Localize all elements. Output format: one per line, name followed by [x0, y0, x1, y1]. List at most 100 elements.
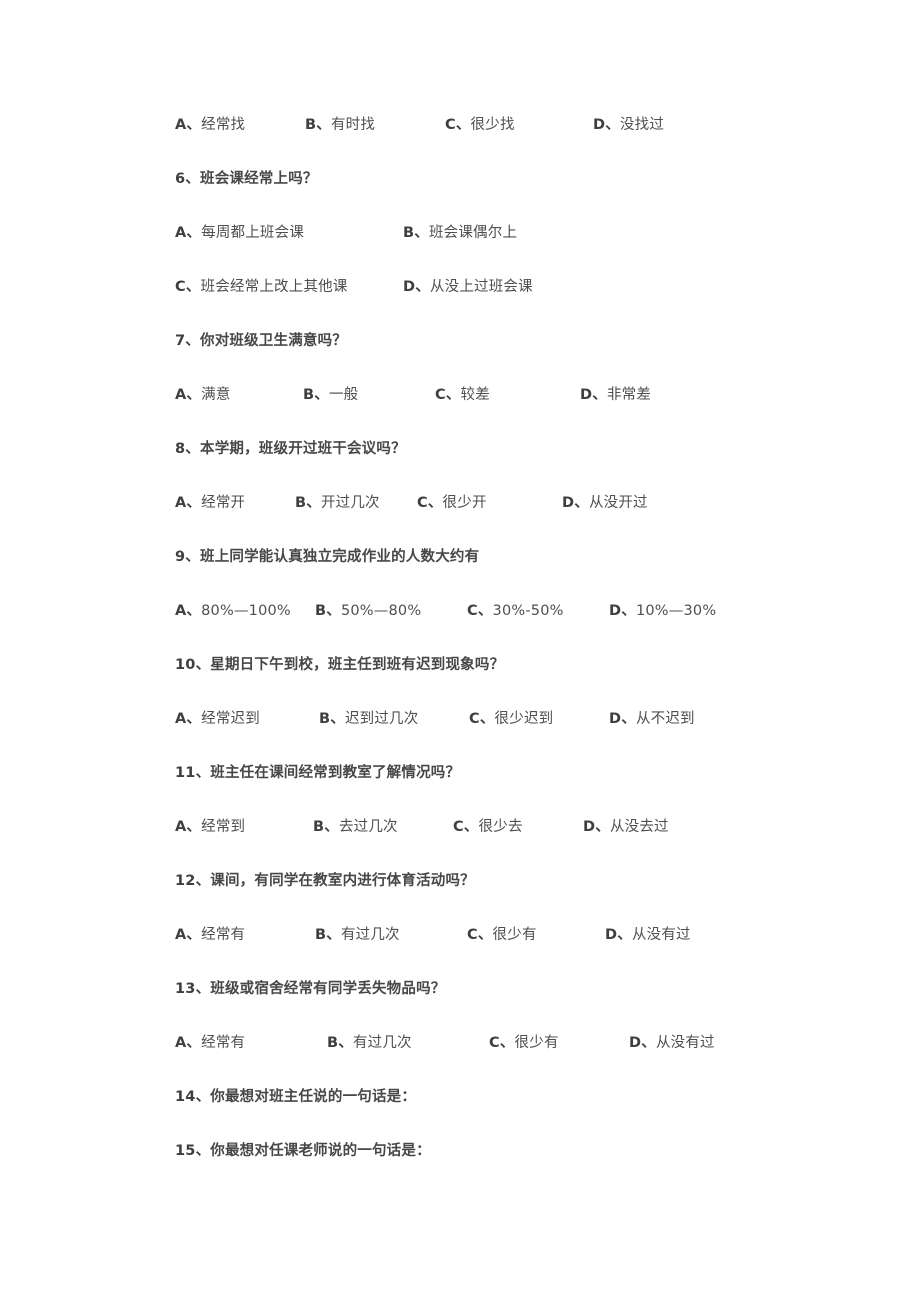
question-line: 10、星期日下午到校，班主任到班有迟到现象吗？: [175, 652, 880, 706]
option-label: D、: [629, 1035, 656, 1051]
option-choice[interactable]: B、班会课偶尔上: [403, 220, 517, 246]
option-label: B、: [315, 603, 341, 619]
option-label: A、: [175, 927, 202, 943]
option-label: C、: [489, 1035, 515, 1051]
option-choice[interactable]: A、经常到: [175, 814, 313, 840]
option-label: A、: [175, 1035, 202, 1051]
option-text: 去过几次: [338, 819, 398, 835]
option-choice[interactable]: D、从没开过: [562, 490, 648, 516]
question-text: 星期日下午到校，班主任到班有迟到现象吗？: [210, 657, 505, 673]
question-number: 11、: [175, 765, 211, 781]
option-text: 很少找: [470, 117, 515, 133]
question-number: 7、: [175, 333, 200, 349]
option-choice[interactable]: B、开过几次: [295, 490, 417, 516]
option-choice[interactable]: B、有过几次: [315, 922, 467, 948]
option-text: 经常有: [201, 927, 246, 943]
option-label: B、: [315, 927, 341, 943]
question-line: 8、本学期，班级开过班干会议吗？: [175, 436, 880, 490]
question-number: 14、: [175, 1089, 211, 1105]
option-text: 每周都上班会课: [201, 225, 305, 241]
option-row: A、经常开 B、开过几次 C、很少开 D、从没开过: [175, 490, 880, 544]
option-choice[interactable]: A、经常迟到: [175, 706, 319, 732]
option-row: A、80%—100% B、50%—80% C、30%-50% D、10%—30%: [175, 598, 880, 652]
option-choice[interactable]: C、30%-50%: [467, 598, 609, 624]
question-text: 你最想对班主任说的一句话是：: [210, 1089, 417, 1105]
question-number: 10、: [175, 657, 211, 673]
option-choice[interactable]: B、迟到过几次: [319, 706, 469, 732]
option-choice[interactable]: A、经常找: [175, 112, 305, 138]
option-label: A、: [175, 387, 202, 403]
option-row: A、满意 B、一般 C、较差 D、非常差: [175, 382, 880, 436]
option-label: B、: [303, 387, 329, 403]
option-label: B、: [305, 117, 331, 133]
option-label: D、: [580, 387, 607, 403]
question-text: 班级或宿舍经常有同学丢失物品吗？: [210, 981, 446, 997]
option-row: A、经常有 B、有过几次 C、很少有 D、从没有过: [175, 1030, 880, 1084]
option-text: 很少有: [514, 1035, 559, 1051]
question-text: 本学期，班级开过班干会议吗？: [200, 441, 406, 457]
option-text: 一般: [328, 387, 359, 403]
option-choice[interactable]: D、从没上过班会课: [403, 274, 533, 300]
option-text: 开过几次: [320, 495, 380, 511]
option-label: B、: [327, 1035, 353, 1051]
option-choice[interactable]: B、一般: [303, 382, 435, 408]
option-label: A、: [175, 495, 202, 511]
option-choice[interactable]: A、经常有: [175, 1030, 327, 1056]
option-label: A、: [175, 225, 202, 241]
option-text: 10%—30%: [635, 603, 717, 619]
option-choice[interactable]: C、很少有: [489, 1030, 629, 1056]
question-line: 11、班主任在课间经常到教室了解情况吗？: [175, 760, 880, 814]
option-label: B、: [319, 711, 345, 727]
question-text: 班主任在课间经常到教室了解情况吗？: [210, 765, 461, 781]
question-number: 13、: [175, 981, 211, 997]
question-line: 7、你对班级卫生满意吗？: [175, 328, 880, 382]
option-choice[interactable]: A、经常有: [175, 922, 315, 948]
option-text: 很少去: [478, 819, 523, 835]
option-label: C、: [469, 711, 495, 727]
option-choice[interactable]: C、很少找: [445, 112, 593, 138]
option-choice[interactable]: A、满意: [175, 382, 303, 408]
option-row: A、经常有 B、有过几次 C、很少有 D、从没有过: [175, 922, 880, 976]
option-choice[interactable]: B、有过几次: [327, 1030, 489, 1056]
option-choice[interactable]: B、去过几次: [313, 814, 453, 840]
option-label: D、: [609, 711, 636, 727]
option-choice[interactable]: A、每周都上班会课: [175, 220, 403, 246]
option-text: 从不迟到: [635, 711, 695, 727]
option-choice[interactable]: D、从没有过: [605, 922, 691, 948]
option-row: A、每周都上班会课 B、班会课偶尔上: [175, 220, 880, 274]
option-row: C、班会经常上改上其他课 D、从没上过班会课: [175, 274, 880, 328]
option-label: C、: [467, 603, 493, 619]
option-choice[interactable]: D、没找过: [593, 112, 664, 138]
questionnaire-body: A、经常找 B、有时找 C、很少找 D、没找过 6、班会课经常上吗？ A、每周都上班会课 B…: [175, 112, 880, 1192]
option-choice[interactable]: D、非常差: [580, 382, 651, 408]
question-text: 班会课经常上吗？: [200, 171, 318, 187]
option-choice[interactable]: C、较差: [435, 382, 580, 408]
option-choice[interactable]: D、从不迟到: [609, 706, 695, 732]
option-text: 经常开: [201, 495, 246, 511]
question-line: 12、课间，有同学在教室内进行体育活动吗？: [175, 868, 880, 922]
option-choice[interactable]: C、很少开: [417, 490, 562, 516]
option-choice[interactable]: A、经常开: [175, 490, 295, 516]
option-choice[interactable]: C、很少去: [453, 814, 583, 840]
document-page: A、经常找 B、有时找 C、很少找 D、没找过 6、班会课经常上吗？ A、每周都上班会课 B…: [0, 0, 920, 1302]
option-choice[interactable]: D、从没有过: [629, 1030, 715, 1056]
option-choice[interactable]: D、10%—30%: [609, 598, 716, 624]
option-choice[interactable]: C、很少有: [467, 922, 605, 948]
option-row: A、经常找 B、有时找 C、很少找 D、没找过: [175, 112, 880, 166]
option-row: A、经常到 B、去过几次 C、很少去 D、从没去过: [175, 814, 880, 868]
option-choice[interactable]: B、50%—80%: [315, 598, 467, 624]
option-choice[interactable]: C、很少迟到: [469, 706, 609, 732]
option-text: 很少有: [492, 927, 537, 943]
option-label: C、: [417, 495, 443, 511]
option-text: 很少迟到: [494, 711, 554, 727]
option-text: 班会经常上改上其他课: [200, 279, 348, 295]
question-text: 班上同学能认真独立完成作业的人数大约有: [200, 549, 480, 565]
option-label: C、: [467, 927, 493, 943]
option-choice[interactable]: D、从没去过: [583, 814, 669, 840]
option-choice[interactable]: A、80%—100%: [175, 598, 315, 624]
option-text: 经常找: [201, 117, 246, 133]
option-choice[interactable]: B、有时找: [305, 112, 445, 138]
option-label: D、: [605, 927, 632, 943]
option-choice[interactable]: C、班会经常上改上其他课: [175, 274, 403, 300]
option-label: D、: [403, 279, 430, 295]
